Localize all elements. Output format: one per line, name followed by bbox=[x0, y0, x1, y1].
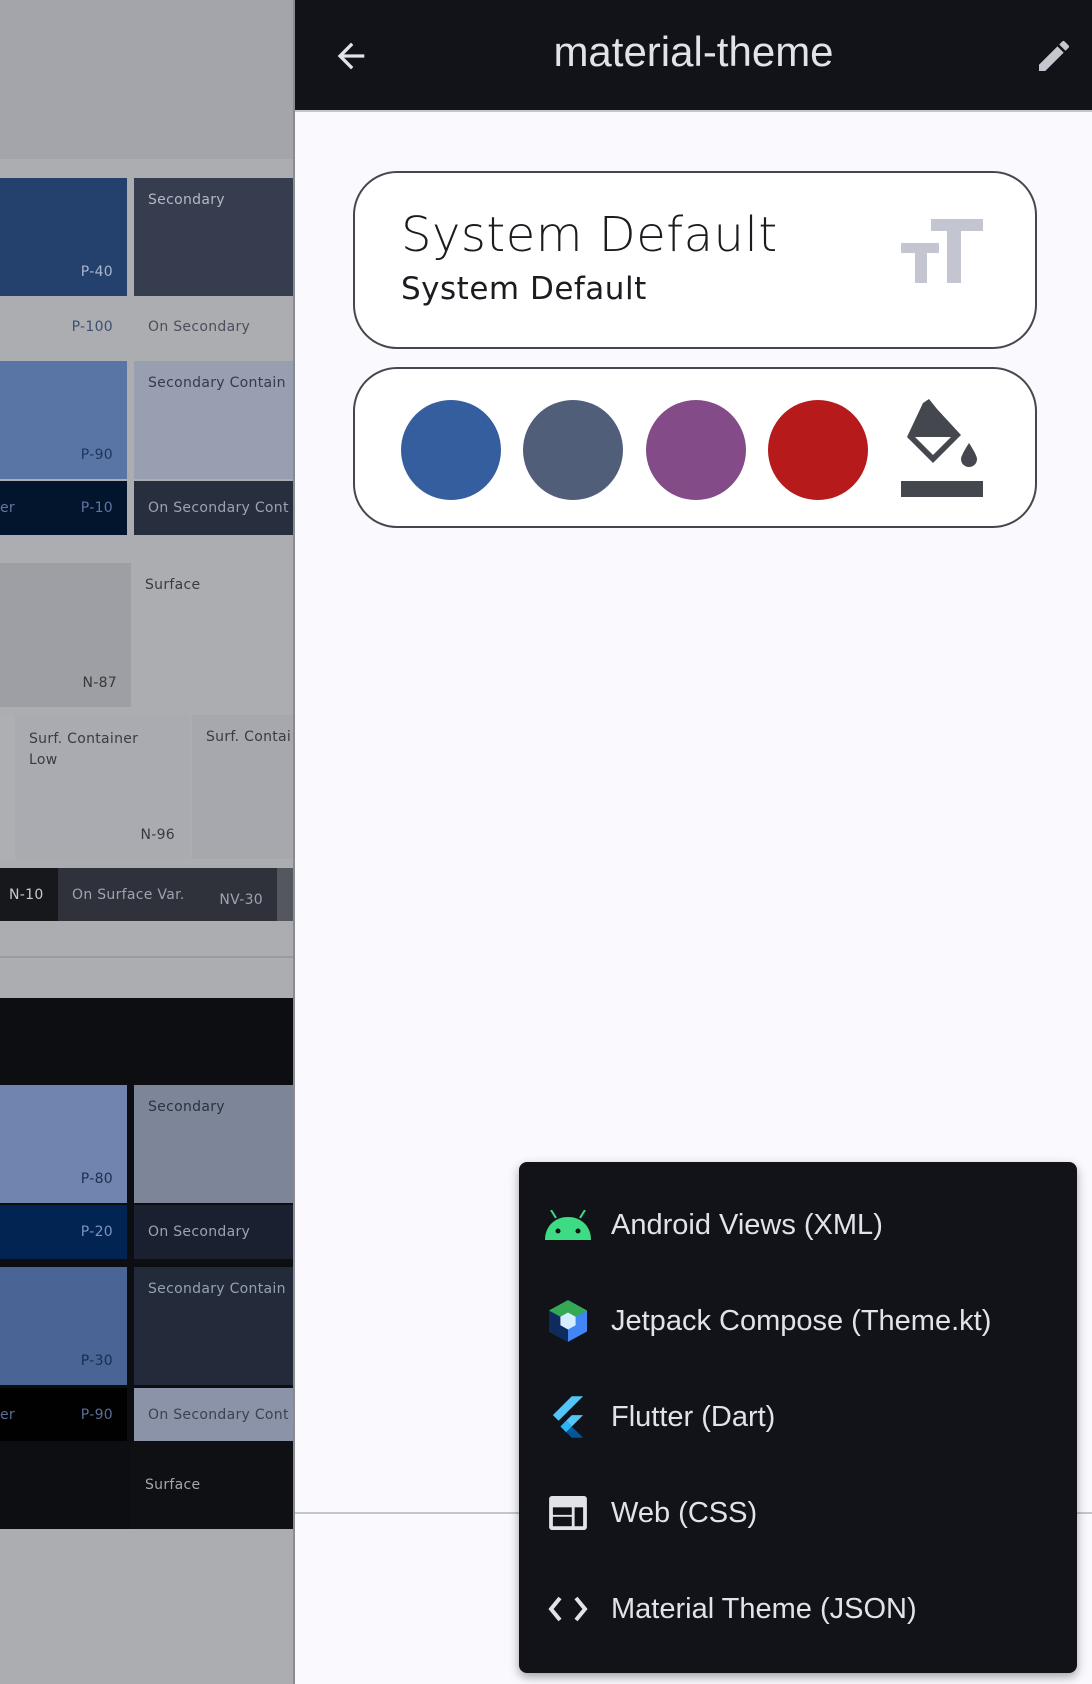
code-icon bbox=[545, 1586, 591, 1632]
dark-secondary-label: Secondary bbox=[148, 1099, 225, 1115]
secondary-label: Secondary bbox=[148, 192, 225, 208]
dark-on-secondary-label: On Secondary bbox=[148, 1224, 251, 1240]
dark-on-secondary-container-tile: On Secondary Cont bbox=[134, 1388, 293, 1441]
surf-container-low-tone: N-96 bbox=[140, 827, 175, 843]
dark-on-primary-tone: P-20 bbox=[80, 1224, 113, 1240]
tertiary-color-swatch[interactable] bbox=[646, 400, 746, 500]
secondary-container-tile: Secondary Contain bbox=[134, 361, 293, 479]
menu-item-label: Web (CSS) bbox=[611, 1496, 758, 1529]
dark-on-primary-tile: P-20 bbox=[0, 1205, 127, 1259]
dark-secondary-tile: Secondary bbox=[134, 1085, 293, 1203]
dark-scheme-header bbox=[0, 998, 293, 1083]
export-menu: Android Views (XML) Jetpack Compose (The… bbox=[519, 1162, 1077, 1673]
outline-tile bbox=[277, 868, 293, 921]
android-icon bbox=[545, 1202, 591, 1248]
primary-container-tile: P-90 bbox=[0, 361, 127, 479]
scheme-divider bbox=[0, 956, 293, 958]
primary-tone: P-40 bbox=[80, 264, 113, 280]
surf-container-label: Surf. Contai bbox=[206, 729, 292, 745]
dark-on-primary-container-label: er bbox=[0, 1406, 15, 1423]
surf-container-tile: Surf. Contai bbox=[192, 715, 293, 859]
on-secondary-tile: On Secondary bbox=[134, 301, 293, 352]
dark-surface-label: Surface bbox=[145, 1477, 201, 1493]
font-card[interactable]: System Default System Default bbox=[353, 171, 1037, 349]
web-icon bbox=[545, 1490, 591, 1536]
on-primary-container-tone: P-10 bbox=[80, 500, 113, 516]
app-bar: material-theme bbox=[295, 0, 1092, 112]
on-primary-tile: P-100 bbox=[0, 301, 127, 352]
dark-secondary-container-tile: Secondary Contain bbox=[134, 1267, 293, 1385]
dark-primary-tile: P-80 bbox=[0, 1085, 127, 1203]
on-surface-var-tone: NV-30 bbox=[219, 891, 263, 908]
dark-on-primary-container-tile: er P-90 bbox=[0, 1388, 127, 1441]
dark-surface-tile: Surface bbox=[131, 1441, 293, 1529]
surface-tile: Surface bbox=[131, 563, 293, 707]
on-surface-var-tile: On Surface Var. NV-30 bbox=[58, 868, 277, 921]
surface-dim-tone: N-87 bbox=[82, 675, 117, 691]
menu-item-label: Material Theme (JSON) bbox=[611, 1592, 917, 1625]
secondary-color-swatch[interactable] bbox=[523, 400, 623, 500]
secondary-tile: Secondary bbox=[134, 178, 293, 296]
surf-container-low-tile: Surf. Container Low N-96 bbox=[15, 715, 189, 859]
jetpack-compose-icon bbox=[545, 1298, 591, 1344]
on-surface-tone: N-10 bbox=[9, 886, 44, 903]
scheme-header-block bbox=[0, 0, 293, 159]
on-secondary-container-tile: On Secondary Cont bbox=[134, 481, 293, 535]
on-secondary-label: On Secondary bbox=[148, 318, 251, 335]
format-color-fill-icon[interactable] bbox=[899, 399, 983, 501]
menu-item-jetpack-compose[interactable]: Jetpack Compose (Theme.kt) bbox=[519, 1273, 1077, 1369]
scheme-preview-panel: P-40 Secondary P-100 On Secondary P-90 S… bbox=[0, 0, 295, 1684]
menu-item-material-theme-json[interactable]: Material Theme (JSON) bbox=[519, 1561, 1077, 1657]
dark-secondary-container-label: Secondary Contain bbox=[148, 1281, 286, 1297]
surf-container-lowest-tile bbox=[0, 715, 15, 859]
menu-item-android-views[interactable]: Android Views (XML) bbox=[519, 1177, 1077, 1273]
surface-label: Surface bbox=[145, 577, 201, 593]
on-primary-tone: P-100 bbox=[71, 318, 113, 335]
primary-tile: P-40 bbox=[0, 178, 127, 296]
menu-item-web-css[interactable]: Web (CSS) bbox=[519, 1465, 1077, 1561]
menu-item-label: Flutter (Dart) bbox=[611, 1400, 776, 1433]
dark-primary-container-tile: P-30 bbox=[0, 1267, 127, 1385]
primary-container-tone: P-90 bbox=[80, 447, 113, 463]
font-headline: System Default bbox=[401, 207, 778, 263]
menu-item-label: Jetpack Compose (Theme.kt) bbox=[611, 1304, 992, 1337]
on-surface-var-label: On Surface Var. bbox=[72, 886, 185, 903]
flutter-icon bbox=[545, 1394, 591, 1440]
menu-item-flutter[interactable]: Flutter (Dart) bbox=[519, 1369, 1077, 1465]
font-subhead: System Default bbox=[401, 271, 647, 307]
error-color-swatch[interactable] bbox=[768, 400, 868, 500]
text-fields-icon bbox=[901, 219, 983, 283]
menu-item-label: Android Views (XML) bbox=[611, 1208, 883, 1241]
on-surface-tile: N-10 bbox=[0, 868, 58, 921]
pencil-icon[interactable] bbox=[1034, 36, 1074, 76]
dark-on-secondary-container-label: On Secondary Cont bbox=[148, 1406, 289, 1423]
dark-on-primary-container-tone: P-90 bbox=[80, 1406, 113, 1423]
surface-dim-tile: N-87 bbox=[0, 563, 131, 707]
dark-primary-tone: P-80 bbox=[80, 1171, 113, 1187]
primary-color-swatch[interactable] bbox=[401, 400, 501, 500]
app-title: material-theme bbox=[553, 28, 834, 75]
dark-primary-container-tone: P-30 bbox=[80, 1353, 113, 1369]
surf-container-low-label: Surf. Container Low bbox=[29, 731, 139, 768]
secondary-container-label: Secondary Contain bbox=[148, 375, 286, 391]
dark-on-secondary-tile: On Secondary bbox=[134, 1205, 293, 1259]
on-primary-container-tile: er P-10 bbox=[0, 481, 127, 535]
color-card[interactable] bbox=[353, 367, 1037, 528]
theme-detail-pane: material-theme System Default System Def… bbox=[295, 0, 1092, 1684]
on-secondary-container-label: On Secondary Cont bbox=[148, 500, 289, 516]
on-primary-container-label: er bbox=[0, 500, 15, 516]
